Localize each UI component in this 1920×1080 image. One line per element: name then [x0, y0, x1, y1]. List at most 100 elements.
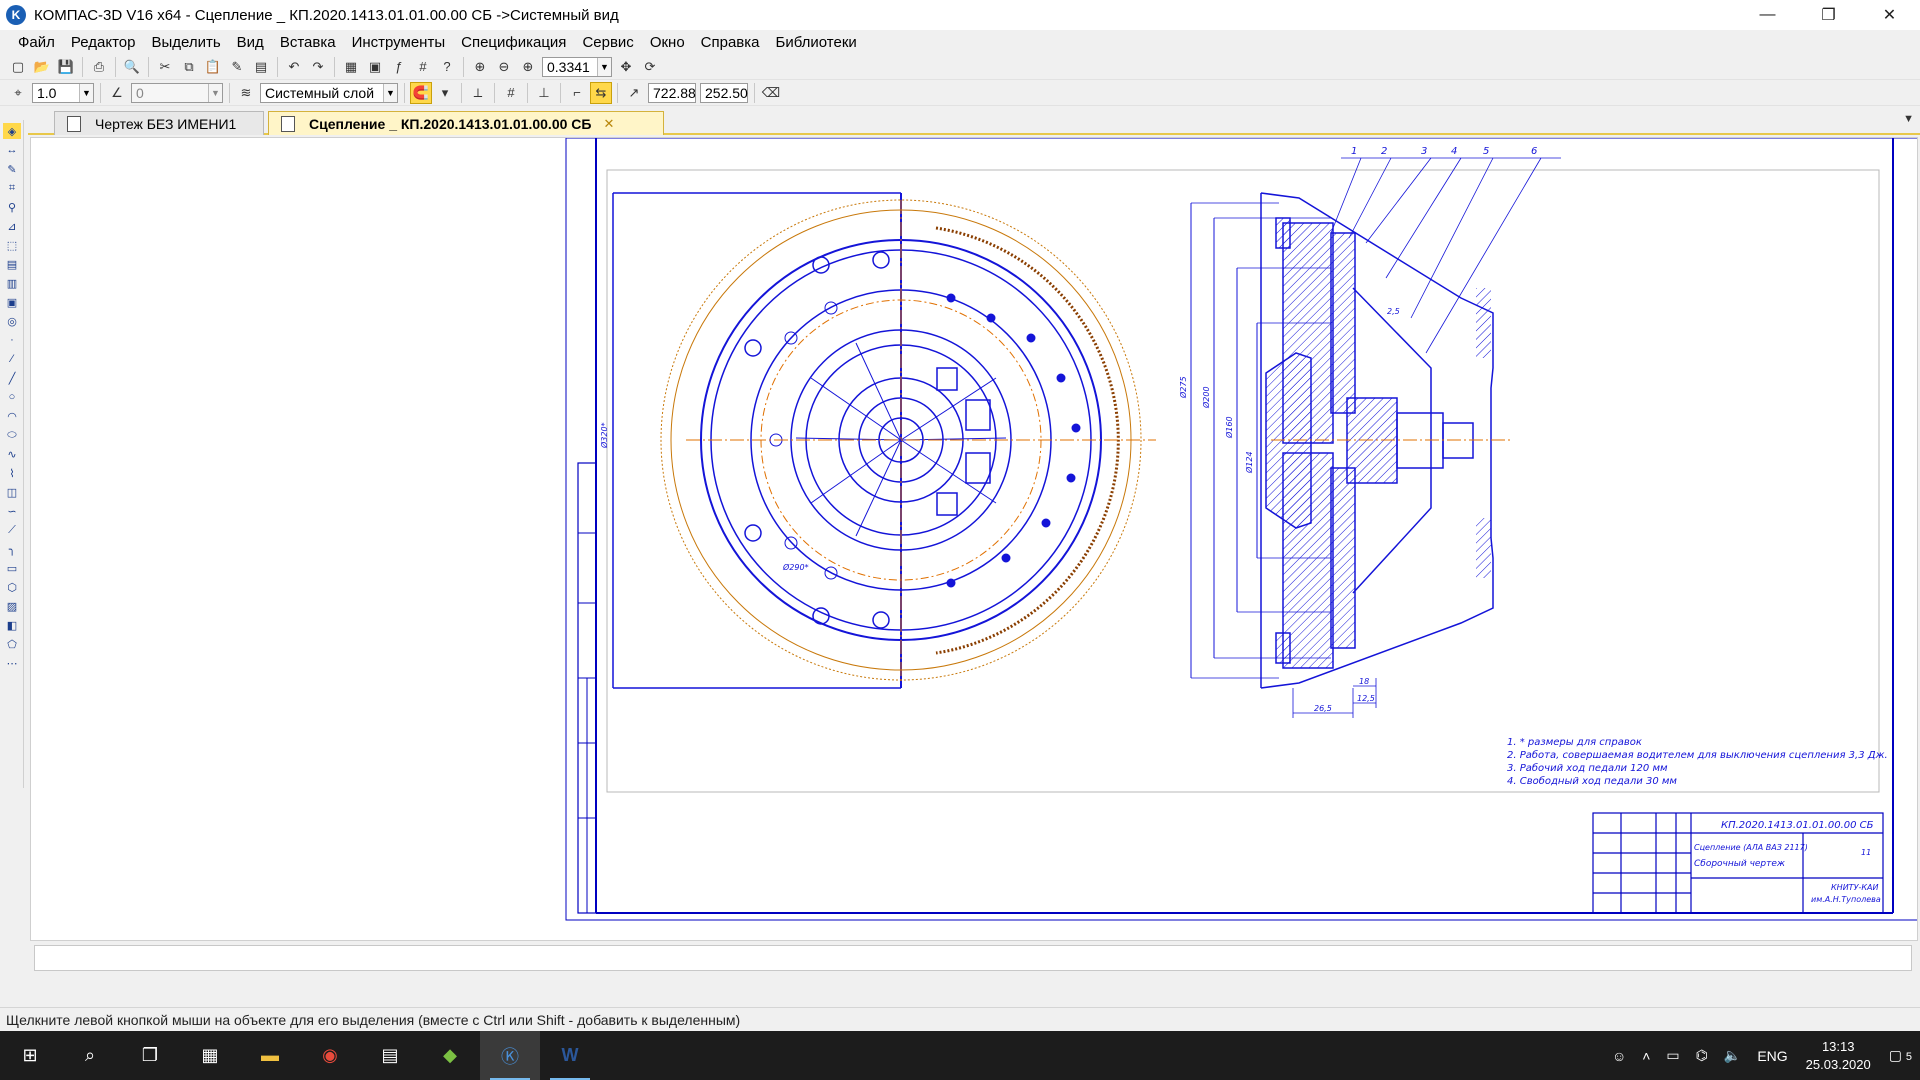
- chamfer-icon[interactable]: ⟋: [3, 522, 21, 538]
- file-explorer-icon[interactable]: ▬: [240, 1031, 300, 1080]
- copy-icon[interactable]: ⧉: [178, 56, 200, 78]
- measure-icon[interactable]: #: [412, 56, 434, 78]
- menu-specification[interactable]: Спецификация: [453, 34, 574, 51]
- arc-icon[interactable]: ◠: [3, 408, 21, 424]
- rectangle-icon[interactable]: ▭: [3, 560, 21, 576]
- people-icon[interactable]: ☺: [1604, 1048, 1634, 1064]
- menu-insert[interactable]: Вставка: [272, 34, 344, 51]
- calculator-icon[interactable]: ▤: [360, 1031, 420, 1080]
- menu-window[interactable]: Окно: [642, 34, 693, 51]
- print-icon[interactable]: ⎙: [88, 56, 110, 78]
- help-icon[interactable]: ?: [436, 56, 458, 78]
- select-icon[interactable]: ⬚: [3, 237, 21, 253]
- save-icon[interactable]: 💾: [55, 56, 77, 78]
- menu-file[interactable]: Файл: [10, 34, 63, 51]
- cut-icon[interactable]: ✂: [154, 56, 176, 78]
- bluestacks-icon[interactable]: ◆: [420, 1031, 480, 1080]
- parametric-icon[interactable]: ⇆: [590, 81, 612, 104]
- cursor-step-combo[interactable]: 1.0 ▼: [32, 82, 94, 103]
- collect-contour-icon[interactable]: ⬠: [3, 636, 21, 652]
- local-cs-icon[interactable]: ⊥: [533, 82, 555, 104]
- spline-icon[interactable]: ∿: [3, 446, 21, 462]
- chevron-down-icon[interactable]: ▼: [383, 83, 397, 102]
- preview-icon[interactable]: 🔍: [121, 56, 143, 78]
- coord-x-field[interactable]: 722.88: [648, 82, 696, 103]
- segment-icon[interactable]: ╱: [3, 370, 21, 386]
- zoom-combo[interactable]: 0.3341 ▼: [542, 56, 612, 77]
- point-icon[interactable]: ·: [3, 332, 21, 348]
- paste-icon[interactable]: 📋: [202, 56, 224, 78]
- dimensions-icon[interactable]: ↔: [3, 142, 21, 158]
- menu-tools[interactable]: Инструменты: [344, 34, 454, 51]
- measure-icon[interactable]: ⊿: [3, 218, 21, 234]
- menu-view[interactable]: Вид: [229, 34, 272, 51]
- bezier-icon[interactable]: ∽: [3, 503, 21, 519]
- views-icon[interactable]: ▣: [3, 294, 21, 310]
- snap-icon[interactable]: 🧲: [410, 81, 432, 104]
- spec-icon[interactable]: ▤: [3, 256, 21, 272]
- chevron-down-icon[interactable]: ▼: [208, 83, 222, 102]
- format-painter-icon[interactable]: ✎: [226, 56, 248, 78]
- network-icon[interactable]: ⌬: [1688, 1047, 1716, 1064]
- more-icon[interactable]: ⋯: [3, 655, 21, 671]
- snap-dropdown-icon[interactable]: ▾: [434, 82, 456, 104]
- contour-icon[interactable]: ◫: [3, 484, 21, 500]
- close-button[interactable]: ✕: [1859, 0, 1920, 30]
- menu-help[interactable]: Справка: [693, 34, 768, 51]
- close-icon[interactable]: ✕: [603, 116, 614, 132]
- clock[interactable]: 13:13 25.03.2020: [1796, 1038, 1881, 1074]
- polygon-icon[interactable]: ⬡: [3, 579, 21, 595]
- menu-edit[interactable]: Редактор: [63, 34, 144, 51]
- tabs-menu-icon[interactable]: ▼: [1903, 113, 1914, 125]
- edit-icon[interactable]: ⌗: [3, 180, 21, 196]
- maximize-button[interactable]: ❐: [1798, 0, 1859, 30]
- manager-icon[interactable]: ▦: [340, 56, 362, 78]
- undo-icon[interactable]: ↶: [283, 56, 305, 78]
- start-icon[interactable]: ⊞: [0, 1031, 60, 1080]
- menu-service[interactable]: Сервис: [574, 34, 641, 51]
- fill-icon[interactable]: ◧: [3, 617, 21, 633]
- polyline-icon[interactable]: ⌇: [3, 465, 21, 481]
- step-icon[interactable]: ⌖: [7, 82, 29, 104]
- tab-drawing-unnamed[interactable]: Чертеж БЕЗ ИМЕНИ1: [54, 111, 264, 135]
- zoom-in-icon[interactable]: ⊕: [517, 56, 539, 78]
- notifications-icon[interactable]: ▢ 5: [1881, 1047, 1920, 1064]
- pan-icon[interactable]: ✥: [615, 56, 637, 78]
- drawing-canvas[interactable]: Ø320* Ø290* 1 2 3 4 5 6 Ø275 Ø200 Ø160 Ø…: [30, 137, 1918, 941]
- menu-libraries[interactable]: Библиотеки: [768, 34, 865, 51]
- ellipse-icon[interactable]: ⬭: [3, 427, 21, 443]
- layers-icon[interactable]: ≋: [235, 82, 257, 104]
- new-document-icon[interactable]: ▢: [7, 56, 29, 78]
- menu-select[interactable]: Выделить: [143, 34, 228, 51]
- designations-icon[interactable]: ✎: [3, 161, 21, 177]
- chevron-up-icon[interactable]: ˄: [1634, 1048, 1658, 1064]
- hatch-icon[interactable]: ▨: [3, 598, 21, 614]
- local-snap-icon[interactable]: ⟂: [467, 82, 489, 104]
- fragments-icon[interactable]: ◎: [3, 313, 21, 329]
- search-icon[interactable]: ⌕: [60, 1031, 120, 1080]
- parametrization-icon[interactable]: ⚲: [3, 199, 21, 215]
- fillet-icon[interactable]: ╮: [3, 541, 21, 557]
- task-view-icon[interactable]: ❐: [120, 1031, 180, 1080]
- angle-icon[interactable]: ∠: [106, 82, 128, 104]
- zoom-window-icon[interactable]: ⊕: [469, 56, 491, 78]
- ortho-icon[interactable]: ⌐: [566, 82, 588, 104]
- circle-icon[interactable]: ○: [3, 389, 21, 405]
- word-icon[interactable]: W: [540, 1031, 600, 1080]
- layer-combo[interactable]: Системный слой ▼: [260, 82, 398, 103]
- language-indicator[interactable]: ENG: [1749, 1048, 1795, 1064]
- properties-icon[interactable]: ▤: [250, 56, 272, 78]
- minimize-button[interactable]: —: [1737, 0, 1798, 30]
- chevron-down-icon[interactable]: ▼: [597, 57, 611, 76]
- tab-clutch-assembly[interactable]: Сцепление _ КП.2020.1413.01.01.00.00 СБ …: [268, 111, 664, 135]
- chevron-down-icon[interactable]: ▼: [79, 83, 93, 102]
- property-field[interactable]: [34, 945, 1912, 971]
- grid-icon[interactable]: #: [500, 82, 522, 104]
- eraser-icon[interactable]: ⌫: [760, 82, 782, 104]
- refresh-icon[interactable]: ⟳: [639, 56, 661, 78]
- kompas-taskbar-icon[interactable]: Ⓚ: [480, 1031, 540, 1080]
- coord-y-field[interactable]: 252.50: [700, 82, 748, 103]
- zoom-out-icon[interactable]: ⊖: [493, 56, 515, 78]
- library-icon[interactable]: ▣: [364, 56, 386, 78]
- volume-icon[interactable]: 🔈: [1716, 1047, 1749, 1064]
